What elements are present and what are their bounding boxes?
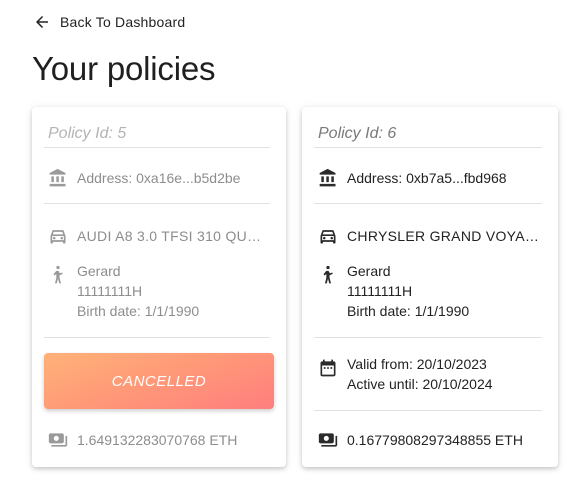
calendar-icon <box>318 358 338 378</box>
divider <box>314 147 542 148</box>
divider <box>44 203 270 204</box>
holder-birth-date: Birth date: 1/1/1990 <box>347 303 470 319</box>
policy-address-row: Address: 0xb7a5...fbd968 <box>318 168 507 188</box>
vehicle-model: AUDI A8 3.0 TFSI 310 QUA... <box>77 228 269 244</box>
policy-address-row: Address: 0xa16e...b5d2be <box>48 168 240 188</box>
policy-card: Policy Id: 5 Address: 0xa16e...b5d2be AU… <box>32 107 286 467</box>
validity-dates: Valid from: 20/10/2023 Active until: 20/… <box>347 354 493 394</box>
holder-license: 11111111H <box>347 283 413 299</box>
valid-from: Valid from: 20/10/2023 <box>347 356 487 372</box>
back-to-dashboard-link[interactable]: Back To Dashboard <box>33 13 185 31</box>
bank-icon <box>48 168 68 188</box>
premium-row: 0.16779808297348855 ETH <box>318 430 523 450</box>
policy-address: Address: 0xa16e...b5d2be <box>77 170 241 186</box>
bank-icon <box>318 168 338 188</box>
premium-amount: 0.16779808297348855 ETH <box>347 432 523 448</box>
validity-row: Valid from: 20/10/2023 Active until: 20/… <box>318 354 493 394</box>
vehicle-row: CHRYSLER GRAND VOYAG... <box>318 226 539 246</box>
divider <box>314 410 542 411</box>
holder-name: Gerard <box>347 263 391 279</box>
vehicle-model: CHRYSLER GRAND VOYAG... <box>347 228 539 244</box>
holder-license: 11111111H <box>77 283 143 299</box>
holder-birth-date: Birth date: 1/1/1990 <box>77 303 200 319</box>
holder-row: Gerard 11111111H Birth date: 1/1/1990 <box>318 261 469 321</box>
policy-id: Policy Id: 6 <box>318 125 397 142</box>
divider <box>44 147 270 148</box>
holder-details: Gerard 11111111H Birth date: 1/1/1990 <box>77 261 199 321</box>
person-icon <box>48 265 68 285</box>
arrow-left-icon <box>36 16 48 28</box>
active-until: Active until: 20/10/2024 <box>347 376 493 392</box>
person-icon <box>318 265 338 285</box>
policy-address: Address: 0xb7a5...fbd968 <box>347 170 507 186</box>
holder-row: Gerard 11111111H Birth date: 1/1/1990 <box>48 261 199 321</box>
vehicle-row: AUDI A8 3.0 TFSI 310 QUA... <box>48 226 269 246</box>
holder-details: Gerard 11111111H Birth date: 1/1/1990 <box>347 261 469 321</box>
premium-row: 1.649132283070768 ETH <box>48 430 237 450</box>
policy-id: Policy Id: 5 <box>48 125 127 142</box>
divider <box>314 203 542 204</box>
back-link-label: Back To Dashboard <box>60 14 186 30</box>
car-icon <box>48 226 68 246</box>
policy-card: Policy Id: 6 Address: 0xb7a5...fbd968 CH… <box>302 107 558 467</box>
premium-amount: 1.649132283070768 ETH <box>77 432 238 448</box>
car-icon <box>318 226 338 246</box>
divider <box>44 337 270 338</box>
holder-name: Gerard <box>77 263 121 279</box>
cash-icon <box>318 430 338 450</box>
cash-icon <box>48 430 68 450</box>
divider <box>314 337 542 338</box>
page-title: Your policies <box>32 50 216 87</box>
cancelled-button[interactable]: CANCELLED <box>44 353 274 409</box>
